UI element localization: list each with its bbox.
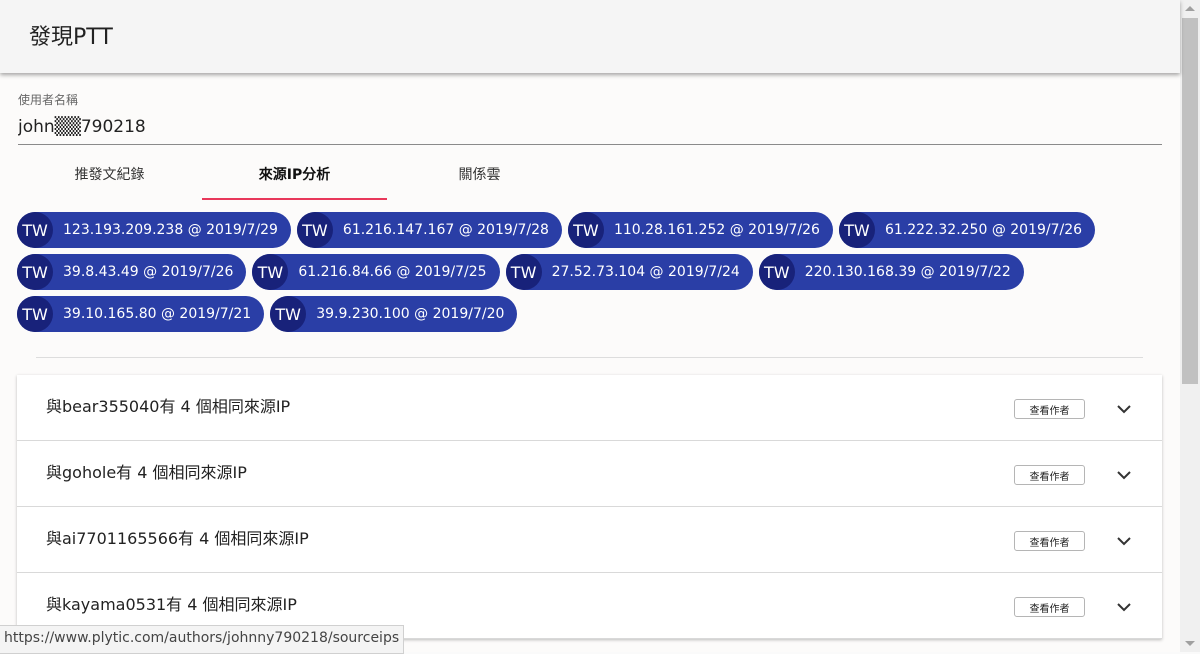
chevron-down-icon[interactable] [1116, 533, 1132, 549]
ip-chip-row: TW 123.193.209.238 @ 2019/7/29 TW 61.216… [17, 212, 1167, 248]
ip-chip-label: 123.193.209.238 @ 2019/7/29 [63, 222, 278, 238]
country-avatar: TW [838, 212, 875, 248]
username-label: 使用者名稱 [18, 93, 79, 107]
country-avatar: TW [17, 254, 53, 290]
ip-chip-label: 110.28.161.252 @ 2019/7/26 [613, 222, 820, 238]
chevron-down-icon[interactable] [1116, 401, 1132, 417]
ip-chip-label: 39.9.230.100 @ 2019/7/20 [316, 306, 505, 322]
country-avatar: TW [252, 254, 289, 290]
ip-chip[interactable]: TW 39.10.165.80 @ 2019/7/21 [17, 296, 265, 332]
panel-title: 與bear355040有 4 個相同來源IP [46, 397, 291, 416]
panel-title: 與ai7701165566有 4 個相同來源IP [46, 529, 309, 548]
ip-chip[interactable]: TW 123.193.209.238 @ 2019/7/29 [17, 212, 291, 248]
ip-chip-row: TW 39.8.43.49 @ 2019/7/26 TW 61.216.84.6… [17, 254, 1167, 290]
country-avatar: TW [567, 212, 604, 248]
view-author-button[interactable]: 查看作者 [1014, 399, 1085, 419]
panel-title: 與kayama0531有 4 個相同來源IP [46, 595, 297, 614]
ip-chip-label: 220.130.168.39 @ 2019/7/22 [804, 264, 1011, 280]
ip-chip[interactable]: TW 39.8.43.49 @ 2019/7/26 [17, 254, 247, 290]
related-author-panel[interactable]: 與gohole有 4 個相同來源IP 查看作者 [17, 441, 1162, 507]
tab-post-history[interactable]: 推發文紀錄 [17, 148, 202, 200]
tab-source-ip-analysis[interactable]: 來源IP分析 [202, 148, 387, 200]
ip-chip[interactable]: TW 61.216.147.167 @ 2019/7/28 [296, 212, 562, 248]
ip-chip[interactable]: TW 61.222.32.250 @ 2019/7/26 [838, 212, 1096, 248]
app-bar: 發現PTT [0, 0, 1180, 73]
tab-bar: 推發文紀錄 來源IP分析 關係雲 [17, 148, 572, 200]
ip-chip-label: 39.10.165.80 @ 2019/7/21 [63, 306, 252, 322]
view-author-button[interactable]: 查看作者 [1014, 597, 1085, 617]
country-avatar: TW [270, 296, 307, 332]
scroll-up-arrow-icon[interactable] [1185, 6, 1195, 11]
ip-chip[interactable]: TW 220.130.168.39 @ 2019/7/22 [758, 254, 1024, 290]
ip-chip[interactable]: TW 110.28.161.252 @ 2019/7/26 [567, 212, 833, 248]
scroll-down-arrow-icon[interactable] [1185, 641, 1195, 646]
vertical-scrollbar[interactable] [1180, 0, 1200, 652]
chevron-down-icon[interactable] [1116, 599, 1132, 615]
ip-chip-label: 27.52.73.104 @ 2019/7/24 [551, 264, 740, 280]
panel-title: 與gohole有 4 個相同來源IP [46, 463, 247, 482]
ip-chip-label: 61.222.32.250 @ 2019/7/26 [884, 222, 1083, 238]
related-author-panel[interactable]: 與ai7701165566有 4 個相同來源IP 查看作者 [17, 507, 1162, 573]
link-preview-status: https://www.plytic.com/authors/johnny790… [0, 625, 405, 654]
scrollbar-thumb[interactable] [1182, 18, 1198, 384]
ip-chip-label: 39.8.43.49 @ 2019/7/26 [63, 264, 234, 280]
country-avatar: TW [17, 212, 53, 248]
ip-chip-label: 61.216.84.66 @ 2019/7/25 [298, 264, 487, 280]
view-author-button[interactable]: 查看作者 [1014, 531, 1085, 551]
ip-chip-row: TW 39.10.165.80 @ 2019/7/21 TW 39.9.230.… [17, 296, 1167, 332]
related-author-panel[interactable]: 與bear355040有 4 個相同來源IP 查看作者 [17, 375, 1162, 441]
view-author-button[interactable]: 查看作者 [1014, 465, 1085, 485]
country-avatar: TW [17, 296, 53, 332]
ip-chip[interactable]: TW 27.52.73.104 @ 2019/7/24 [505, 254, 753, 290]
main-content: 使用者名稱 推發文紀錄 來源IP分析 關係雲 TW 123.193.209.23… [0, 73, 1180, 652]
ip-chip-label: 61.216.147.167 @ 2019/7/28 [342, 222, 549, 238]
tab-relation-cloud[interactable]: 關係雲 [387, 148, 572, 200]
country-avatar: TW [758, 254, 795, 290]
username-input[interactable] [18, 111, 1162, 145]
ip-chip[interactable]: TW 61.216.84.66 @ 2019/7/25 [252, 254, 500, 290]
app-title: 發現PTT [29, 25, 113, 50]
ip-chip-list: TW 123.193.209.238 @ 2019/7/29 TW 61.216… [17, 212, 1167, 338]
chevron-down-icon[interactable] [1116, 467, 1132, 483]
country-avatar: TW [505, 254, 542, 290]
related-author-list: 與bear355040有 4 個相同來源IP 查看作者 與gohole有 4 個… [17, 375, 1162, 639]
ip-chip[interactable]: TW 39.9.230.100 @ 2019/7/20 [270, 296, 518, 332]
country-avatar: TW [296, 212, 333, 248]
section-divider [36, 357, 1143, 358]
